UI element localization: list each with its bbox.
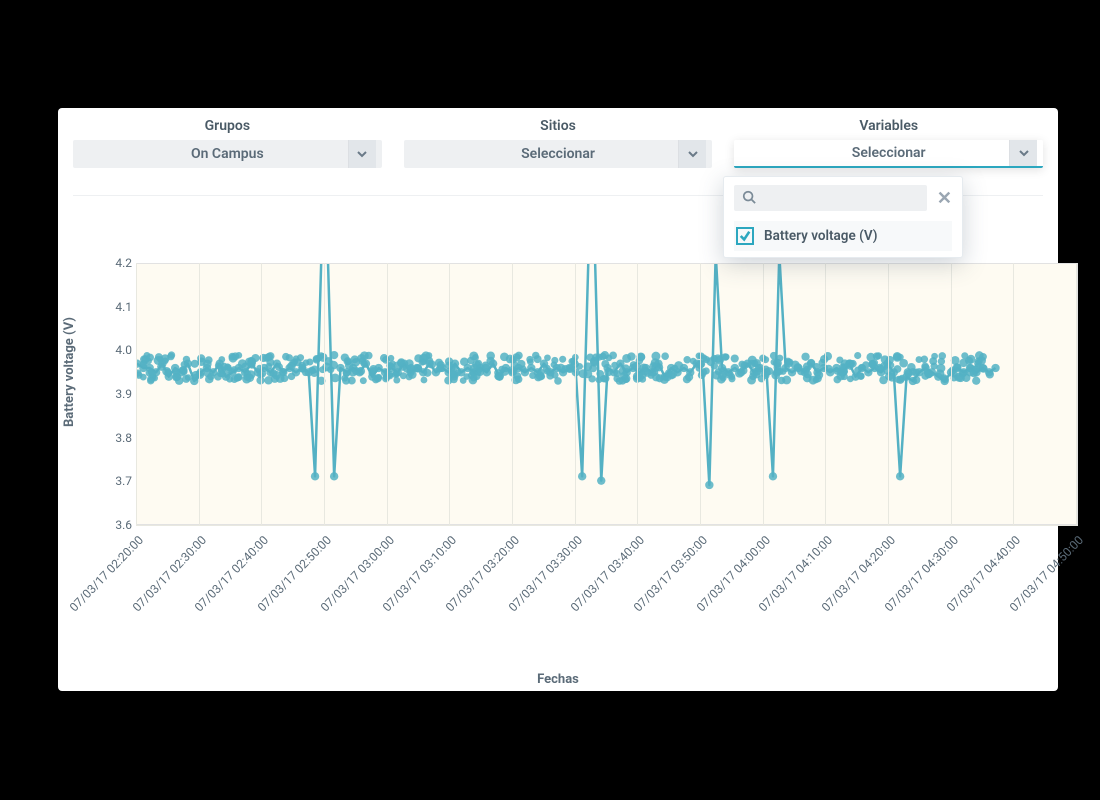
chart-x-axis-label: Fechas [537,672,579,687]
filter-sitios-label: Sitios [540,118,576,134]
chart-grid-line [637,263,638,525]
chart: Battery voltage (V) Fechas 3.63.73.83.94… [68,263,1048,681]
chart-grid-line [387,263,388,525]
variable-option-battery-voltage[interactable]: Battery voltage (V) [734,221,952,251]
search-icon [742,189,756,208]
chart-grid-line [1076,263,1077,525]
filter-grupos-label: Grupos [205,118,250,134]
chart-y-axis-label: Battery voltage (V) [62,317,77,427]
chart-grid-line [888,263,889,525]
chart-grid-line [449,263,450,525]
chart-grid-line [199,263,200,525]
variables-search-input[interactable] [734,185,927,211]
chart-y-tick: 3.6 [104,518,132,532]
chart-grid-line [951,263,952,525]
chart-grid-line [512,263,513,525]
select-grupos[interactable]: On Campus [73,140,382,168]
filter-variables-label: Variables [859,118,918,134]
filter-sitios: Sitios Seleccionar [404,118,713,183]
chevron-down-icon [348,140,376,168]
chart-grid-line [136,525,1078,526]
variable-option-label: Battery voltage (V) [764,228,878,244]
chart-y-tick: 3.9 [104,387,132,401]
dashboard-panel: Grupos On Campus Sitios Seleccionar Vari… [58,108,1058,691]
select-grupos-value: On Campus [191,146,264,162]
filter-grupos: Grupos On Campus [73,118,382,183]
select-sitios[interactable]: Seleccionar [404,140,713,168]
chart-grid-line [324,263,325,525]
chart-grid-line [136,263,137,525]
chart-grid-line [1013,263,1014,525]
filter-variables: Variables Seleccionar [734,118,1043,183]
chart-grid-line [575,263,576,525]
select-sitios-value: Seleccionar [521,146,595,162]
select-variables[interactable]: Seleccionar [734,140,1043,168]
chart-y-tick: 4.2 [104,256,132,270]
chart-plot-area[interactable] [136,263,1078,525]
chevron-down-icon [1009,140,1037,166]
chart-grid-line [763,263,764,525]
variables-dropdown: ✕ Battery voltage (V) [723,176,963,258]
chart-y-tick: 3.8 [104,431,132,445]
chart-y-tick: 4.0 [104,343,132,357]
chart-grid-line [700,263,701,525]
chart-y-tick: 4.1 [104,300,132,314]
chart-y-tick: 3.7 [104,474,132,488]
checkbox-checked-icon [736,227,754,245]
close-icon[interactable]: ✕ [937,188,952,209]
chevron-down-icon [678,140,706,168]
select-variables-value: Seleccionar [852,145,926,161]
chart-grid-line [825,263,826,525]
chart-grid-line [261,263,262,525]
